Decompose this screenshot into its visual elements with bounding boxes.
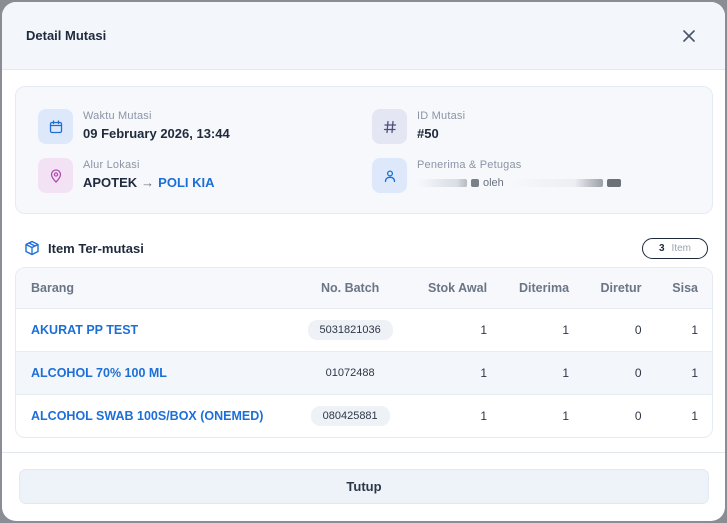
redacted-mark [606,179,621,187]
sisa-cell: 1 [691,365,698,380]
waktu-mutasi-cell: Waktu Mutasi 09 February 2026, 13:44 [38,109,230,144]
diterima-cell: 1 [562,322,570,337]
waktu-mutasi-value: 09 February 2026, 13:44 [83,126,230,141]
alur-lokasi-cell: Alur Lokasi APOTEK → POLI KIA [38,158,215,193]
redacted-mark [471,179,479,187]
item-count: 3 [658,242,665,254]
close-icon [683,29,695,42]
calendar-icon-box [38,109,73,144]
item-name-link[interactable]: ALCOHOL 70% 100 ML [16,351,291,394]
batch-number: 01072488 [325,366,375,379]
table-row: AKURAT PP TEST 5031821036 1 1 0 1 [16,308,712,351]
tutup-button[interactable]: Tutup [19,469,709,504]
stok-awal-cell: 1 [480,322,488,337]
hash-icon-box [372,109,407,144]
item-name-link[interactable]: ALCOHOL SWAB 100S/BOX (ONEMED) [16,394,291,437]
stok-awal-cell: 1 [480,365,488,380]
map-pin-icon [50,168,61,183]
stok-awal-cell: 1 [480,408,488,423]
item-count-unit: Item [671,242,691,254]
batch-cell: 5031821036 [291,308,410,351]
header-barang: Barang [31,280,75,295]
items-section-title-text: Item Ter-mutasi [48,240,144,256]
header-no-batch: No. Batch [320,280,380,295]
diretur-cell: 0 [634,365,642,380]
arrow-right-icon: → [141,175,155,190]
items-section-title: Item Ter-mutasi [24,240,144,256]
connector-text: oleh [483,177,504,189]
package-icon [25,240,39,256]
item-name-link[interactable]: AKURAT PP TEST [16,308,291,351]
header-diretur: Diretur [600,280,642,295]
map-pin-icon-box [38,158,73,193]
modal-header: Detail Mutasi [2,2,725,70]
modal-title: Detail Mutasi [26,28,107,43]
redacted-officer [507,179,603,187]
hash-icon [383,120,396,133]
id-mutasi-cell: ID Mutasi #50 [372,109,465,144]
diretur-cell: 0 [634,322,642,337]
sisa-cell: 1 [691,408,698,423]
penerima-petugas-value: oleh [417,177,621,189]
close-button[interactable] [677,24,701,48]
location-from: APOTEK [83,175,138,190]
table-row: ALCOHOL 70% 100 ML 01072488 1 1 0 1 [16,351,712,394]
batch-number: 5031821036 [307,319,393,340]
items-table: Barang No. Batch Stok Awal Diterima Dire… [16,268,712,437]
location-to: POLI KIA [158,175,215,190]
items-section-header: Item Ter-mutasi 3 Item [24,237,708,259]
table-row: ALCOHOL SWAB 100S/BOX (ONEMED) 080425881… [16,394,712,437]
batch-cell: 080425881 [291,394,410,437]
penerima-petugas-label: Penerima & Petugas [417,159,522,171]
header-diterima: Diterima [519,280,570,295]
header-sisa: Sisa [672,280,698,295]
alur-lokasi-label: Alur Lokasi [83,159,140,171]
calendar-icon [49,119,62,133]
redacted-receiver [417,179,467,187]
alur-lokasi-value: APOTEK → POLI KIA [83,175,215,190]
table-header-row: Barang No. Batch Stok Awal Diterima Dire… [16,268,712,308]
user-icon-box [372,158,407,193]
header-stok-awal: Stok Awal [428,280,488,295]
id-mutasi-value: #50 [417,126,439,141]
batch-cell: 01072488 [291,351,410,394]
waktu-mutasi-label: Waktu Mutasi [83,110,152,122]
diterima-cell: 1 [562,408,570,423]
item-count-badge: 3 Item [641,237,708,259]
mutation-info-card: Waktu Mutasi 09 February 2026, 13:44 ID … [15,86,713,214]
diretur-cell: 0 [634,408,642,423]
id-mutasi-label: ID Mutasi [417,110,466,122]
detail-mutasi-modal: Detail Mutasi Waktu Mutasi 09 February 2… [2,2,725,521]
user-icon [384,169,395,182]
batch-number: 080425881 [310,405,390,426]
diterima-cell: 1 [562,365,570,380]
items-table-container: Barang No. Batch Stok Awal Diterima Dire… [15,267,713,438]
sisa-cell: 1 [691,322,698,337]
footer-divider [2,452,725,453]
penerima-petugas-cell: Penerima & Petugas oleh [372,158,621,193]
